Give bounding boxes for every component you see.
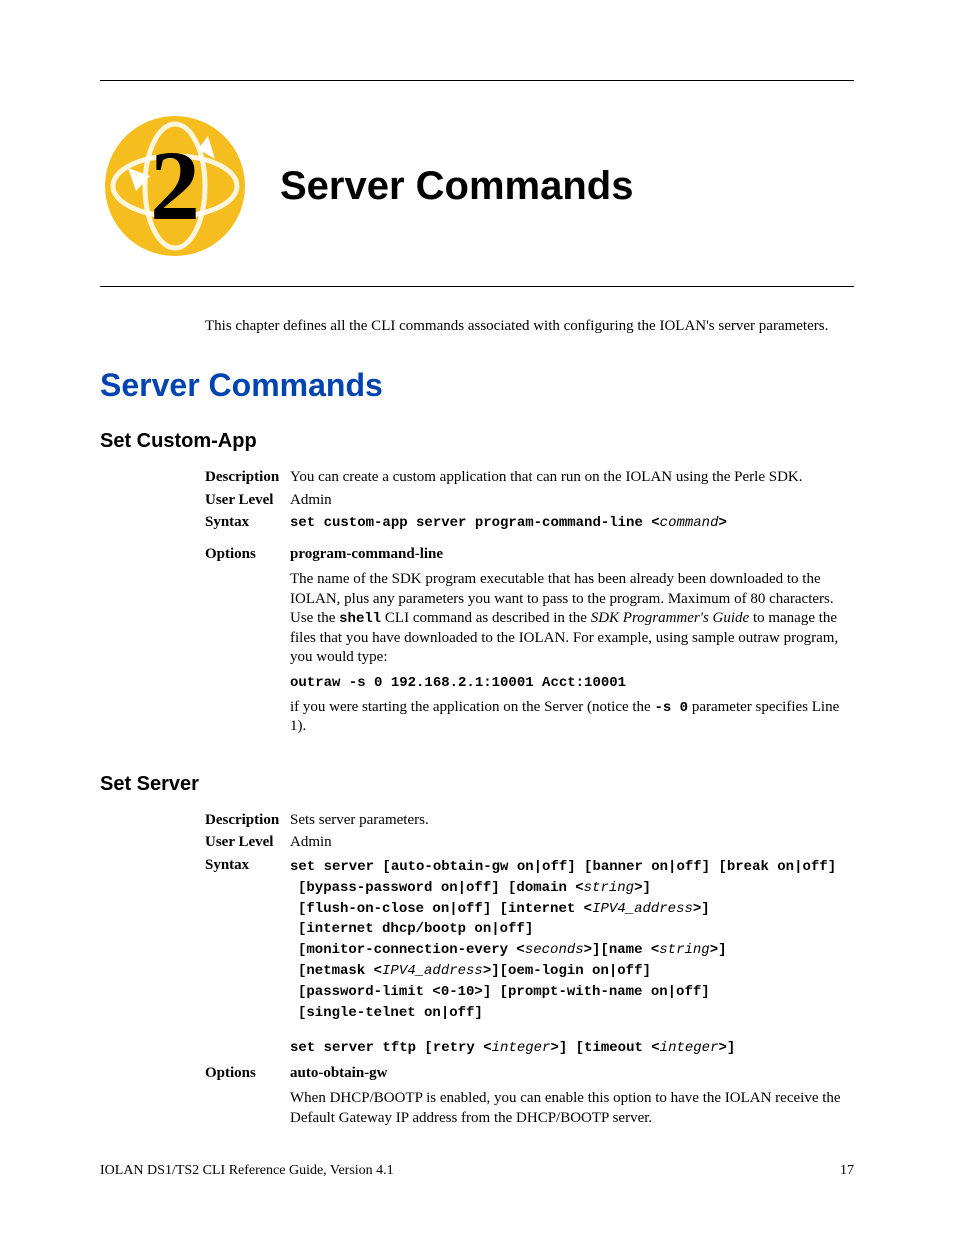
syntax-label: Syntax	[205, 856, 290, 1058]
opt1d: SDK Programmer's Guide	[591, 610, 749, 626]
svg-text:2: 2	[150, 130, 200, 241]
syntax-param: command	[660, 515, 719, 531]
set-custom-app-heading: Set Custom-App	[100, 428, 854, 454]
s4a: [internet dhcp/bootp on|off]	[298, 921, 533, 937]
top-rule	[100, 80, 854, 81]
user-level-row: User Level Admin	[205, 833, 854, 853]
opt2b: -s 0	[654, 700, 688, 716]
chapter-rule	[100, 286, 854, 287]
options-row: Options auto-obtain-gw When DHCP/BOOTP i…	[205, 1064, 854, 1135]
s5c: >][name <	[584, 942, 660, 958]
s5a: [monitor-connection-every <	[298, 942, 525, 958]
description-row: Description Sets server parameters.	[205, 811, 854, 831]
s10d: integer	[660, 1040, 719, 1056]
syntax-prefix: set custom-app server program-command-li…	[290, 515, 660, 531]
opt1b: shell	[339, 611, 381, 627]
option-name: program-command-line	[290, 545, 854, 565]
s10a: set server tftp [retry <	[290, 1040, 492, 1056]
set-server-heading: Set Server	[100, 771, 854, 797]
options-value: program-command-line The name of the SDK…	[290, 545, 854, 743]
chapter-number-icon: 2	[100, 111, 250, 261]
opt1c: CLI command as described in the	[381, 610, 591, 626]
set-server-section: Set Server Description Sets server param…	[100, 771, 854, 1135]
s1a: set server [auto-obtain-gw on|off] [bann…	[290, 859, 836, 875]
option-example: outraw -s 0 192.168.2.1:10001 Acct:10001	[290, 674, 854, 692]
opt2a: if you were starting the application on …	[290, 699, 654, 715]
user-level-row: User Level Admin	[205, 491, 854, 511]
s5d: string	[659, 942, 709, 958]
user-level-label: User Level	[205, 491, 290, 511]
option-text-2: if you were starting the application on …	[290, 698, 854, 737]
user-level-label: User Level	[205, 833, 290, 853]
options-label: Options	[205, 545, 290, 743]
set-custom-app-section: Set Custom-App Description You can creat…	[100, 428, 854, 743]
s2c: >]	[634, 880, 651, 896]
footer-right: 17	[840, 1162, 854, 1180]
s3b: IPV4_address	[592, 901, 693, 917]
syntax-value: set server [auto-obtain-gw on|off] [bann…	[290, 856, 854, 1058]
s10b: integer	[492, 1040, 551, 1056]
option-name: auto-obtain-gw	[290, 1064, 854, 1084]
s6b: IPV4_address	[382, 963, 483, 979]
description-row: Description You can create a custom appl…	[205, 468, 854, 488]
options-row: Options program-command-line The name of…	[205, 545, 854, 743]
description-label: Description	[205, 811, 290, 831]
s2b: string	[584, 880, 634, 896]
description-value: Sets server parameters.	[290, 811, 854, 831]
option-text-1: The name of the SDK program executable t…	[290, 570, 854, 668]
options-value: auto-obtain-gw When DHCP/BOOTP is enable…	[290, 1064, 854, 1135]
description-label: Description	[205, 468, 290, 488]
syntax-row: Syntax set server [auto-obtain-gw on|off…	[205, 856, 854, 1058]
s8a: [single-telnet on|off]	[298, 1005, 483, 1021]
s7a: [password-limit <0-10>] [prompt-with-nam…	[298, 984, 710, 1000]
s3a: [flush-on-close on|off] [internet <	[298, 901, 592, 917]
s5b: seconds	[525, 942, 584, 958]
user-level-value: Admin	[290, 491, 854, 511]
s10c: >] [timeout <	[550, 1040, 659, 1056]
s2a: [bypass-password on|off] [domain <	[298, 880, 584, 896]
document-page: 2 Server Commands This chapter defines a…	[0, 0, 954, 1235]
footer-left: IOLAN DS1/TS2 CLI Reference Guide, Versi…	[100, 1162, 394, 1180]
s6a: [netmask <	[298, 963, 382, 979]
intro-paragraph: This chapter defines all the CLI command…	[205, 317, 854, 337]
user-level-value: Admin	[290, 833, 854, 853]
options-label: Options	[205, 1064, 290, 1135]
syntax-suffix: >	[718, 515, 726, 531]
page-footer: IOLAN DS1/TS2 CLI Reference Guide, Versi…	[100, 1162, 854, 1180]
s10e: >]	[718, 1040, 735, 1056]
s6c: >][oem-login on|off]	[483, 963, 651, 979]
chapter-header: 2 Server Commands	[100, 111, 854, 261]
syntax-value: set custom-app server program-command-li…	[290, 513, 854, 533]
syntax-label: Syntax	[205, 513, 290, 533]
section-heading: Server Commands	[100, 365, 854, 407]
description-value: You can create a custom application that…	[290, 468, 854, 488]
s5e: >]	[710, 942, 727, 958]
syntax-row: Syntax set custom-app server program-com…	[205, 513, 854, 533]
s3c: >]	[693, 901, 710, 917]
chapter-title: Server Commands	[280, 160, 633, 212]
option-text: When DHCP/BOOTP is enabled, you can enab…	[290, 1089, 854, 1128]
